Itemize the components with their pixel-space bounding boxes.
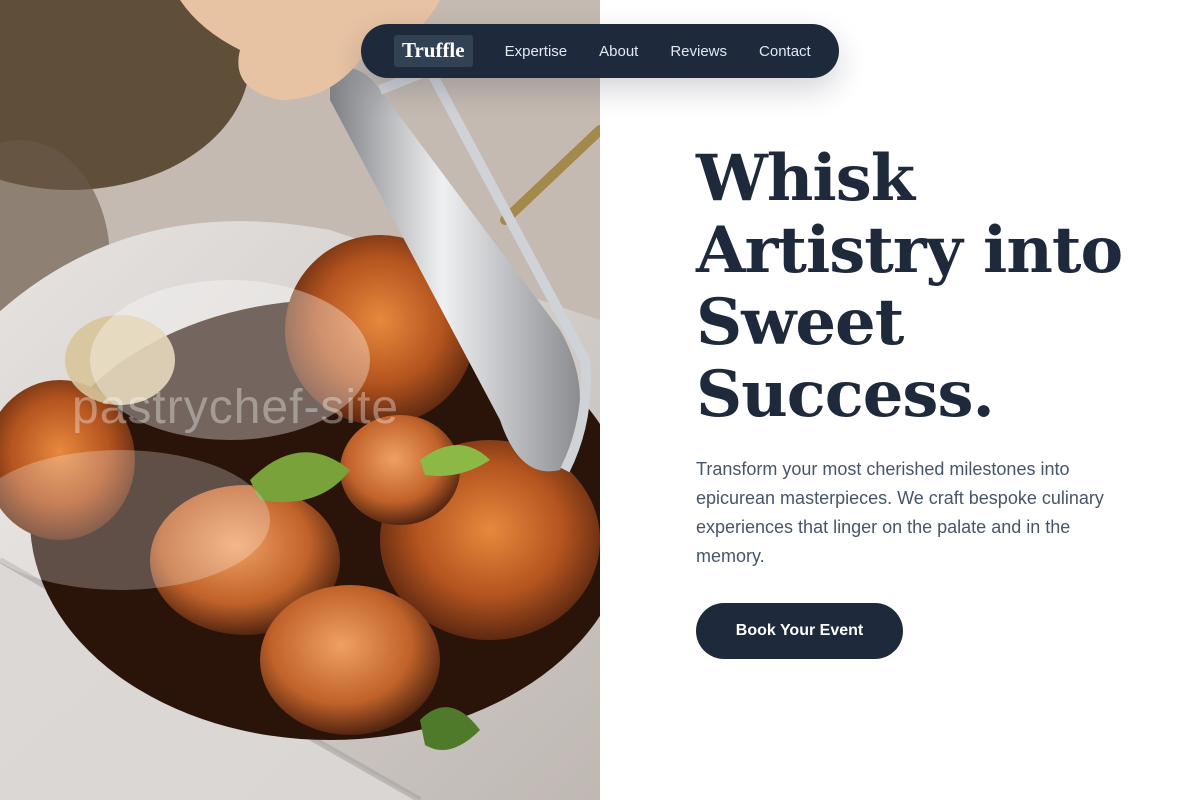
top-navigation: Truffle Expertise About Reviews Contact: [361, 24, 839, 78]
hero-subtitle: Transform your most cherished milestones…: [696, 459, 1104, 566]
image-watermark: pastrychef-site: [72, 381, 400, 434]
nav-link-expertise[interactable]: Expertise: [505, 43, 568, 60]
hero-image: pastrychef-site: [0, 0, 600, 800]
nav-link-about[interactable]: About: [599, 43, 638, 60]
brand-logo[interactable]: Truffle: [394, 35, 473, 67]
nav-link-reviews[interactable]: Reviews: [670, 43, 727, 60]
book-event-button[interactable]: Book Your Event: [696, 603, 903, 659]
hero-title: Whisk Artistry into Sweet Success.: [696, 141, 1123, 432]
nav-link-contact[interactable]: Contact: [759, 43, 811, 60]
